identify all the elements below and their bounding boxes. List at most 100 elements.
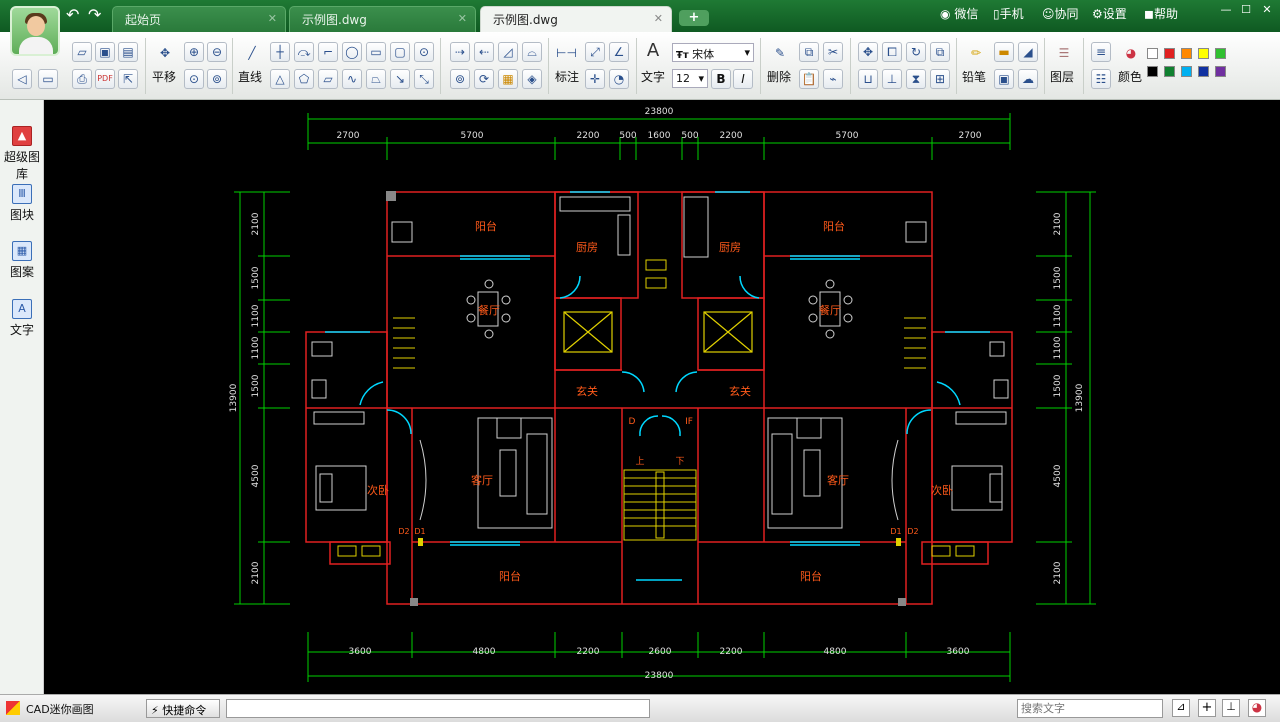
redo-icon[interactable]: ↷: [88, 7, 101, 23]
array-icon[interactable]: ⊞: [930, 69, 950, 89]
delete-label[interactable]: 删除: [767, 68, 791, 85]
back-icon[interactable]: ◁: [12, 69, 32, 89]
font-select[interactable]: Ŧт 宋体 ▾: [672, 43, 754, 62]
hatch-icon[interactable]: ▦: [498, 69, 518, 89]
rotate-arc-icon[interactable]: ⟳: [474, 69, 494, 89]
triangle-icon[interactable]: △: [270, 69, 290, 89]
color-wheel-icon[interactable]: ◕: [1121, 44, 1141, 64]
measure-icon[interactable]: ▬: [994, 42, 1014, 62]
color-swatch[interactable]: [1198, 66, 1209, 77]
trim-icon[interactable]: ⇠: [474, 42, 494, 62]
paste-icon[interactable]: 📋: [799, 69, 819, 89]
collab-button[interactable]: ☺协同: [1042, 5, 1079, 22]
tab-drawing-2[interactable]: 示例图.dwg ✕: [480, 6, 672, 32]
new-tab-button[interactable]: +: [679, 10, 709, 26]
mobile-button[interactable]: ▯手机: [993, 5, 1024, 22]
export-icon[interactable]: ⇱: [118, 69, 138, 89]
scale-icon[interactable]: ⧠: [882, 42, 902, 62]
sidebar-item-library[interactable]: ▲ 超级图库: [4, 126, 40, 182]
color-swatch[interactable]: [1147, 48, 1158, 59]
wechat-button[interactable]: ◉ 微信: [940, 5, 978, 22]
sidebar-item-patterns[interactable]: ▦ 图案: [4, 241, 40, 280]
aligned-dim-icon[interactable]: ⤢: [585, 42, 605, 62]
crosshair-icon[interactable]: +: [1198, 699, 1216, 717]
quick-command-button[interactable]: ⚡ 快捷命令: [146, 699, 220, 718]
color-swatch[interactable]: [1215, 66, 1226, 77]
chamfer-icon[interactable]: ⌓: [522, 42, 542, 62]
layer-label[interactable]: 图层: [1050, 68, 1074, 85]
brush-icon[interactable]: ⌁: [823, 69, 843, 89]
cloud-icon[interactable]: ☁: [1018, 69, 1038, 89]
linetype-icon[interactable]: ☷: [1091, 69, 1111, 89]
mirror-icon[interactable]: ⧗: [906, 69, 926, 89]
zoom-out-icon[interactable]: ⊖: [207, 42, 227, 62]
print-icon[interactable]: ⎙: [72, 69, 92, 89]
rounded-rect-icon[interactable]: ▢: [390, 42, 410, 62]
pencil-icon[interactable]: ✏: [966, 44, 986, 64]
xline-icon[interactable]: ⤡: [414, 69, 434, 89]
color-wheel-status-icon[interactable]: ◕: [1248, 699, 1266, 717]
new-file-icon[interactable]: ▭: [38, 69, 58, 89]
close-window-icon[interactable]: ✕: [1257, 3, 1277, 19]
pan-label[interactable]: 平移: [152, 68, 176, 85]
sidebar-item-text[interactable]: A 文字: [4, 299, 40, 338]
zoom-extents-icon[interactable]: ⊚: [207, 69, 227, 89]
copy-icon[interactable]: ⧉: [799, 42, 819, 62]
search-text-input[interactable]: [1017, 699, 1163, 718]
snap-icon[interactable]: ⊿: [1172, 699, 1190, 717]
font-size-select[interactable]: 12 ▾: [672, 69, 708, 88]
stretch-icon[interactable]: ⊔: [858, 69, 878, 89]
text-icon[interactable]: A: [643, 42, 663, 62]
line-icon[interactable]: ╱: [242, 44, 262, 64]
fillet-icon[interactable]: ◿: [498, 42, 518, 62]
copy-object-icon[interactable]: ⧉: [930, 42, 950, 62]
eraser-icon[interactable]: ✎: [770, 44, 790, 64]
arc-tool-icon[interactable]: ⤼: [294, 42, 314, 62]
save-icon[interactable]: ▣: [95, 42, 115, 62]
insert-image-icon[interactable]: ▣: [994, 69, 1014, 89]
close-icon[interactable]: ✕: [654, 12, 663, 25]
color-swatch[interactable]: [1147, 66, 1158, 77]
rotate-icon[interactable]: ↻: [906, 42, 926, 62]
pentagon-icon[interactable]: ⬠: [294, 69, 314, 89]
fill-icon[interactable]: ◈: [522, 69, 542, 89]
parallelogram-icon[interactable]: ▱: [318, 69, 338, 89]
pan-icon[interactable]: ✥: [155, 44, 175, 64]
bold-button[interactable]: B: [711, 69, 731, 89]
dimension-icon[interactable]: ⊢⊣: [556, 44, 577, 64]
cut-icon[interactable]: ✂: [823, 42, 843, 62]
undo-icon[interactable]: ↶: [66, 7, 79, 23]
color-swatch[interactable]: [1181, 48, 1192, 59]
settings-button[interactable]: ⚙设置: [1092, 5, 1127, 22]
drawing-canvas[interactable]: 23800 2700 5700 2200 500 1600 500 2200 5…: [44, 100, 1280, 694]
ortho-icon[interactable]: ⊥: [1222, 699, 1240, 717]
ellipse-icon[interactable]: ⊙: [414, 42, 434, 62]
trapezoid-icon[interactable]: ⏢: [366, 69, 386, 89]
color-label[interactable]: 颜色: [1118, 68, 1142, 85]
dimension-label[interactable]: 标注: [555, 68, 579, 85]
text-label[interactable]: 文字: [641, 68, 665, 85]
tab-drawing-1[interactable]: 示例图.dwg ✕: [289, 6, 476, 32]
pencil-label[interactable]: 铅笔: [962, 68, 986, 85]
curve-icon[interactable]: ⌐: [318, 42, 338, 62]
color-swatch[interactable]: [1215, 48, 1226, 59]
offset-icon[interactable]: ⊚: [450, 69, 470, 89]
extend-icon[interactable]: ⇢: [450, 42, 470, 62]
center-mark-icon[interactable]: ✛: [585, 69, 605, 89]
lineweight-icon[interactable]: ≡: [1091, 42, 1111, 62]
color-swatch[interactable]: [1164, 48, 1175, 59]
sidebar-item-blocks[interactable]: Ⅲ 图块: [4, 184, 40, 223]
circle-icon[interactable]: ◯: [342, 42, 362, 62]
close-icon[interactable]: ✕: [268, 12, 277, 25]
color-swatch[interactable]: [1164, 66, 1175, 77]
zoom-in-icon[interactable]: ⊕: [184, 42, 204, 62]
tab-start-page[interactable]: 起始页 ✕: [112, 6, 286, 32]
area-icon[interactable]: ◢: [1018, 42, 1038, 62]
break-icon[interactable]: ⊥: [882, 69, 902, 89]
open-icon[interactable]: ▱: [72, 42, 92, 62]
maximize-icon[interactable]: ☐: [1236, 3, 1256, 19]
spline-icon[interactable]: ∿: [342, 69, 362, 89]
color-swatch[interactable]: [1198, 48, 1209, 59]
rectangle-icon[interactable]: ▭: [366, 42, 386, 62]
color-swatch[interactable]: [1181, 66, 1192, 77]
